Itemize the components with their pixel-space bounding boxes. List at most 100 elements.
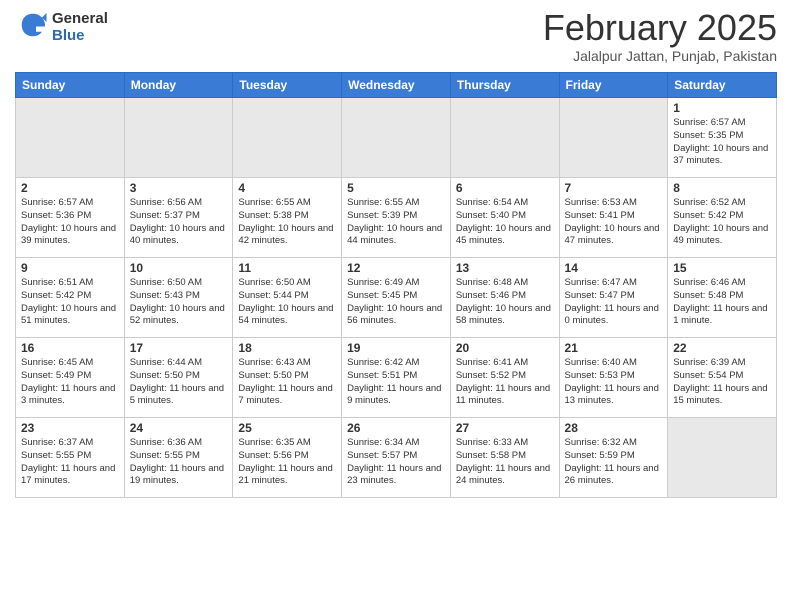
calendar-day: 17Sunrise: 6:44 AMSunset: 5:50 PMDayligh… (124, 338, 233, 418)
calendar-day: 11Sunrise: 6:50 AMSunset: 5:44 PMDayligh… (233, 258, 342, 338)
day-info: Sunrise: 6:55 AMSunset: 5:38 PMDaylight:… (238, 197, 336, 248)
day-info: Sunrise: 6:45 AMSunset: 5:49 PMDaylight:… (21, 357, 119, 408)
calendar-day (124, 98, 233, 178)
calendar-day: 8 Sunrise: 6:52 AMSunset: 5:42 PMDaylight… (668, 178, 777, 258)
calendar-day: 2Sunrise: 6:57 AMSunset: 5:36 PMDaylight… (16, 178, 125, 258)
day-info: Sunrise: 6:49 AMSunset: 5:45 PMDaylight:… (347, 277, 445, 328)
day-info: Sunrise: 6:51 AMSunset: 5:42 PMDaylight:… (21, 277, 119, 328)
day-number: 11 (238, 261, 336, 275)
calendar-week-4: 16 Sunrise: 6:45 AMSunset: 5:49 PMDayligh… (16, 338, 777, 418)
calendar-day: 16 Sunrise: 6:45 AMSunset: 5:49 PMDayligh… (16, 338, 125, 418)
day-number: 19 (347, 341, 445, 355)
day-info: Sunrise: 6:35 AMSunset: 5:56 PMDaylight:… (238, 437, 336, 488)
day-info: Sunrise: 6:42 AMSunset: 5:51 PMDaylight:… (347, 357, 445, 408)
day-number: 16 (21, 341, 119, 355)
calendar-day: 26 Sunrise: 6:34 AMSunset: 5:57 PMDayligh… (342, 418, 451, 498)
calendar-day: 14 Sunrise: 6:47 AMSunset: 5:47 PMDayligh… (559, 258, 668, 338)
logo: General Blue (15, 10, 108, 45)
day-number: 23 (21, 421, 119, 435)
day-number: 3 (130, 181, 228, 195)
day-info: Sunrise: 6:54 AMSunset: 5:40 PMDaylight:… (456, 197, 554, 248)
calendar-day: 25 Sunrise: 6:35 AMSunset: 5:56 PMDayligh… (233, 418, 342, 498)
day-number: 20 (456, 341, 554, 355)
calendar-day: 20 Sunrise: 6:41 AMSunset: 5:52 PMDayligh… (450, 338, 559, 418)
day-number: 14 (565, 261, 663, 275)
day-number: 1 (673, 101, 771, 115)
day-info: Sunrise: 6:53 AMSunset: 5:41 PMDaylight:… (565, 197, 663, 248)
day-info: Sunrise: 6:37 AMSunset: 5:55 PMDaylight:… (21, 437, 119, 488)
day-info: Sunrise: 6:32 AMSunset: 5:59 PMDaylight:… (565, 437, 663, 488)
day-info: Sunrise: 6:43 AMSunset: 5:50 PMDaylight:… (238, 357, 336, 408)
day-number: 27 (456, 421, 554, 435)
calendar-day (559, 98, 668, 178)
day-number: 26 (347, 421, 445, 435)
calendar-day (342, 98, 451, 178)
calendar-day: 10 Sunrise: 6:50 AMSunset: 5:43 PMDayligh… (124, 258, 233, 338)
day-number: 12 (347, 261, 445, 275)
calendar-day: 4Sunrise: 6:55 AMSunset: 5:38 PMDaylight… (233, 178, 342, 258)
day-header-saturday: Saturday (668, 73, 777, 98)
title-section: February 2025 Jalalpur Jattan, Punjab, P… (543, 10, 777, 64)
day-header-thursday: Thursday (450, 73, 559, 98)
calendar-day (450, 98, 559, 178)
day-number: 10 (130, 261, 228, 275)
day-info: Sunrise: 6:39 AMSunset: 5:54 PMDaylight:… (673, 357, 771, 408)
logo-blue: Blue (52, 27, 85, 44)
day-number: 9 (21, 261, 119, 275)
day-info: Sunrise: 6:33 AMSunset: 5:58 PMDaylight:… (456, 437, 554, 488)
calendar-week-1: 1 Sunrise: 6:57 AMSunset: 5:35 PMDaylight… (16, 98, 777, 178)
calendar-day: 3 Sunrise: 6:56 AMSunset: 5:37 PMDaylight… (124, 178, 233, 258)
month-year: February 2025 (543, 10, 777, 46)
day-header-monday: Monday (124, 73, 233, 98)
day-number: 22 (673, 341, 771, 355)
day-info: Sunrise: 6:56 AMSunset: 5:37 PMDaylight:… (130, 197, 228, 248)
calendar-day: 27 Sunrise: 6:33 AMSunset: 5:58 PMDayligh… (450, 418, 559, 498)
day-number: 7 (565, 181, 663, 195)
calendar-day: 21Sunrise: 6:40 AMSunset: 5:53 PMDayligh… (559, 338, 668, 418)
day-info: Sunrise: 6:57 AMSunset: 5:36 PMDaylight:… (21, 197, 119, 248)
calendar: SundayMondayTuesdayWednesdayThursdayFrid… (15, 72, 777, 498)
page: General Blue February 2025 Jalalpur Jatt… (0, 0, 792, 612)
day-number: 15 (673, 261, 771, 275)
day-number: 8 (673, 181, 771, 195)
day-number: 6 (456, 181, 554, 195)
day-header-wednesday: Wednesday (342, 73, 451, 98)
calendar-day: 7 Sunrise: 6:53 AMSunset: 5:41 PMDaylight… (559, 178, 668, 258)
calendar-day (668, 418, 777, 498)
calendar-day: 15 Sunrise: 6:46 AMSunset: 5:48 PMDayligh… (668, 258, 777, 338)
day-info: Sunrise: 6:48 AMSunset: 5:46 PMDaylight:… (456, 277, 554, 328)
day-number: 5 (347, 181, 445, 195)
calendar-day (16, 98, 125, 178)
day-info: Sunrise: 6:47 AMSunset: 5:47 PMDaylight:… (565, 277, 663, 328)
day-number: 28 (565, 421, 663, 435)
calendar-day: 13 Sunrise: 6:48 AMSunset: 5:46 PMDayligh… (450, 258, 559, 338)
calendar-day: 5 Sunrise: 6:55 AMSunset: 5:39 PMDaylight… (342, 178, 451, 258)
day-number: 21 (565, 341, 663, 355)
day-info: Sunrise: 6:44 AMSunset: 5:50 PMDaylight:… (130, 357, 228, 408)
logo-general: General (52, 10, 108, 27)
day-number: 13 (456, 261, 554, 275)
calendar-week-3: 9 Sunrise: 6:51 AMSunset: 5:42 PMDaylight… (16, 258, 777, 338)
day-info: Sunrise: 6:57 AMSunset: 5:35 PMDaylight:… (673, 117, 771, 168)
day-number: 25 (238, 421, 336, 435)
calendar-day: 6 Sunrise: 6:54 AMSunset: 5:40 PMDaylight… (450, 178, 559, 258)
calendar-day: 22 Sunrise: 6:39 AMSunset: 5:54 PMDayligh… (668, 338, 777, 418)
day-number: 24 (130, 421, 228, 435)
day-info: Sunrise: 6:50 AMSunset: 5:43 PMDaylight:… (130, 277, 228, 328)
day-info: Sunrise: 6:34 AMSunset: 5:57 PMDaylight:… (347, 437, 445, 488)
calendar-day: 9 Sunrise: 6:51 AMSunset: 5:42 PMDaylight… (16, 258, 125, 338)
calendar-day: 24Sunrise: 6:36 AMSunset: 5:55 PMDayligh… (124, 418, 233, 498)
day-header-sunday: Sunday (16, 73, 125, 98)
day-info: Sunrise: 6:55 AMSunset: 5:39 PMDaylight:… (347, 197, 445, 248)
header: General Blue February 2025 Jalalpur Jatt… (15, 10, 777, 64)
calendar-day: 18Sunrise: 6:43 AMSunset: 5:50 PMDayligh… (233, 338, 342, 418)
logo-icon (18, 10, 48, 40)
calendar-week-5: 23 Sunrise: 6:37 AMSunset: 5:55 PMDayligh… (16, 418, 777, 498)
day-header-friday: Friday (559, 73, 668, 98)
calendar-day: 19 Sunrise: 6:42 AMSunset: 5:51 PMDayligh… (342, 338, 451, 418)
day-info: Sunrise: 6:52 AMSunset: 5:42 PMDaylight:… (673, 197, 771, 248)
calendar-day: 23 Sunrise: 6:37 AMSunset: 5:55 PMDayligh… (16, 418, 125, 498)
day-info: Sunrise: 6:46 AMSunset: 5:48 PMDaylight:… (673, 277, 771, 328)
calendar-header-row: SundayMondayTuesdayWednesdayThursdayFrid… (16, 73, 777, 98)
day-info: Sunrise: 6:41 AMSunset: 5:52 PMDaylight:… (456, 357, 554, 408)
